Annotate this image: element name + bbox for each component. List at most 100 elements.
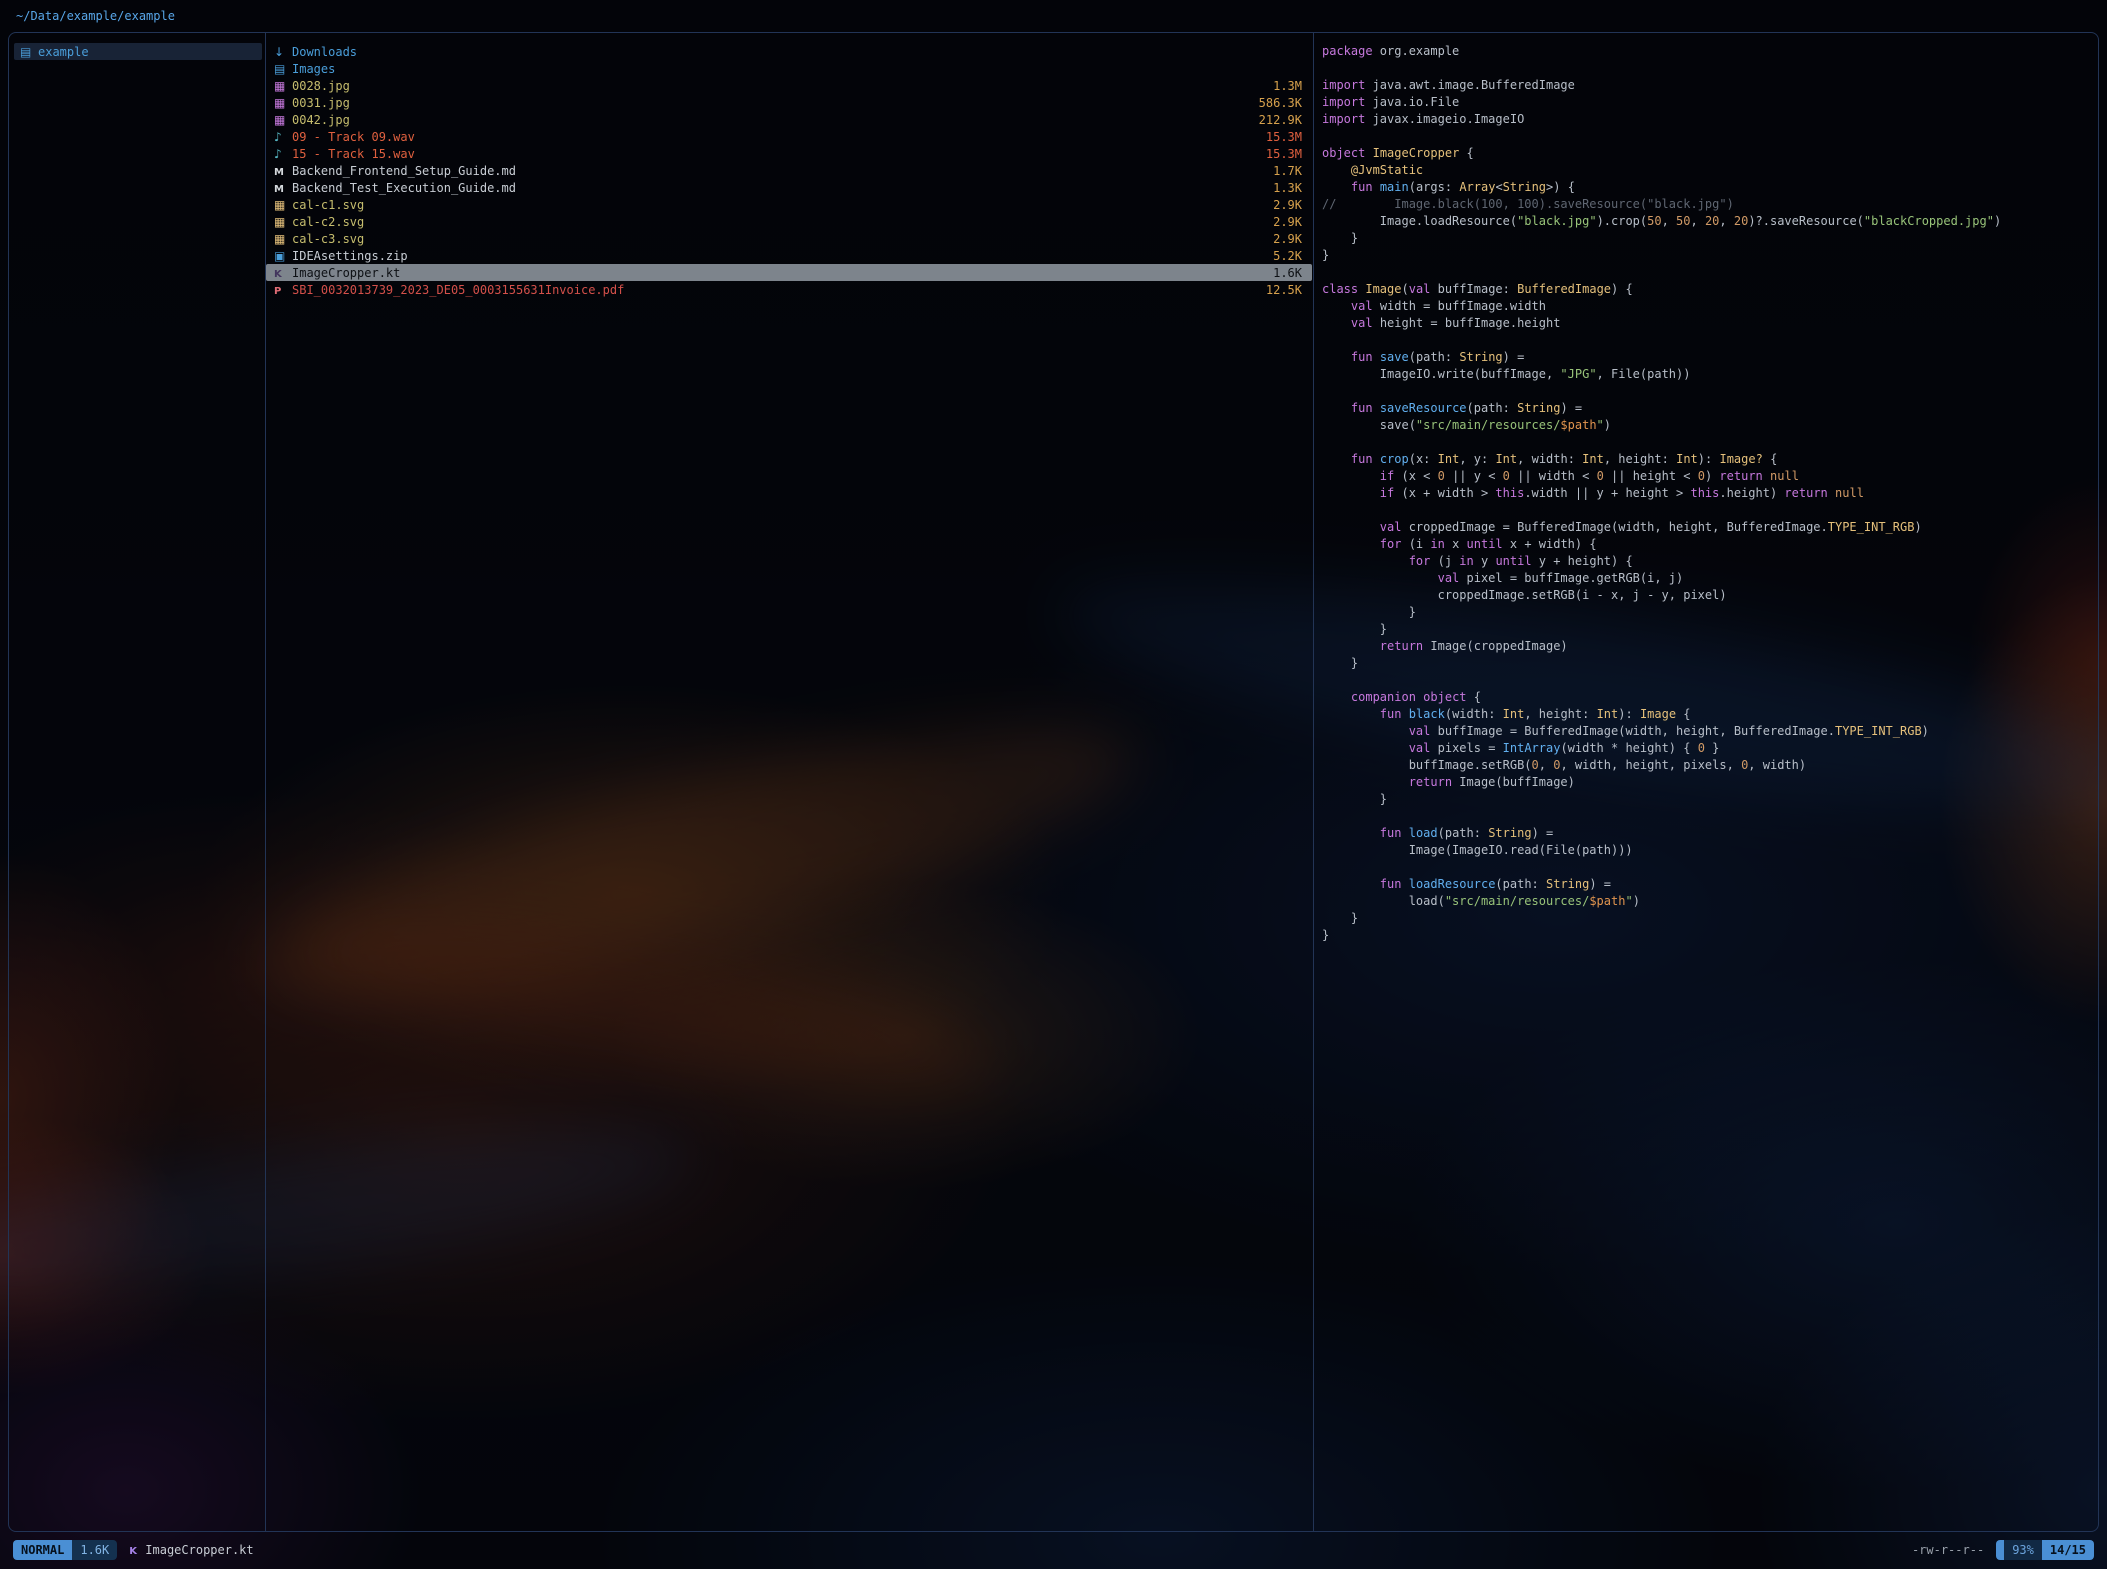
code-line: if (x + width > this.width || y + height… — [1322, 485, 2094, 502]
code-line: fun black(width: Int, height: Int): Imag… — [1322, 706, 2094, 723]
code-line: } — [1322, 230, 2094, 247]
code-line: } — [1322, 621, 2094, 638]
code-line — [1322, 502, 2094, 519]
file-row[interactable]: Backend_Frontend_Setup_Guide.md1.7K — [266, 162, 1312, 179]
status-right: -rw-r--r-- 93% 14/15 — [1912, 1540, 2094, 1560]
image-icon — [274, 113, 292, 127]
file-name: cal-c2.svg — [292, 215, 364, 229]
code-line: @JvmStatic — [1322, 162, 2094, 179]
code-line: } — [1322, 910, 2094, 927]
parent-dir-item[interactable]: example — [14, 43, 262, 60]
status-left: NORMAL 1.6K ImageCropper.kt — [13, 1540, 254, 1560]
code-line: class Image(val buffImage: BufferedImage… — [1322, 281, 2094, 298]
file-size: 2.9K — [1261, 215, 1302, 229]
file-row[interactable]: ImageCropper.kt1.6K — [266, 264, 1312, 281]
file-size: 1.3K — [1261, 181, 1302, 195]
code-line: for (i in x until x + width) { — [1322, 536, 2094, 553]
code-line: fun loadResource(path: String) = — [1322, 876, 2094, 893]
file-size: 15.3M — [1254, 130, 1302, 144]
code-line: object ImageCropper { — [1322, 145, 2094, 162]
status-file-name: ImageCropper.kt — [145, 1543, 253, 1557]
file-name: Backend_Frontend_Setup_Guide.md — [292, 164, 516, 178]
file-size: 2.9K — [1261, 198, 1302, 212]
kotlin-icon — [274, 266, 292, 280]
markdown-icon — [274, 181, 292, 195]
code-line — [1322, 383, 2094, 400]
code-line: val height = buffImage.height — [1322, 315, 2094, 332]
file-size: 15.3M — [1254, 147, 1302, 161]
code-line — [1322, 128, 2094, 145]
file-size: 12.5K — [1254, 283, 1302, 297]
file-row[interactable]: 0031.jpg 586.3K — [266, 94, 1312, 111]
file-row[interactable]: cal-c2.svg 2.9K — [266, 213, 1312, 230]
file-row[interactable]: 0028.jpg 1.3M — [266, 77, 1312, 94]
file-name: Backend_Test_Execution_Guide.md — [292, 181, 516, 195]
code-line: fun crop(x: Int, y: Int, width: Int, hei… — [1322, 451, 2094, 468]
code-line: ImageIO.write(buffImage, "JPG", File(pat… — [1322, 366, 2094, 383]
file-row[interactable]: cal-c3.svg2.9K — [266, 230, 1312, 247]
code-line: val width = buffImage.width — [1322, 298, 2094, 315]
code-line — [1322, 264, 2094, 281]
code-line — [1322, 60, 2094, 77]
code-line: val pixel = buffImage.getRGB(i, j) — [1322, 570, 2094, 587]
svg-icon — [274, 215, 292, 229]
file-name: Images — [292, 62, 335, 76]
code-line — [1322, 434, 2094, 451]
file-row[interactable]: SBI_0032013739_2023_DE05_0003155631Invoi… — [266, 281, 1312, 298]
file-row[interactable]: 15 - Track 15.wav 15.3M — [266, 145, 1312, 162]
code-line: // Image.black(100, 100).saveResource("b… — [1322, 196, 2094, 213]
file-row[interactable]: 0042.jpg212.9K — [266, 111, 1312, 128]
file-row[interactable]: cal-c1.svg 2.9K — [266, 196, 1312, 213]
image-icon — [274, 96, 292, 110]
code-line: import java.awt.image.BufferedImage — [1322, 77, 2094, 94]
file-size: 5.2K — [1261, 249, 1302, 263]
file-row[interactable]: IDEAsettings.zip5.2K — [266, 247, 1312, 264]
folder-icon — [20, 45, 38, 59]
code-line: return Image(croppedImage) — [1322, 638, 2094, 655]
file-name: Downloads — [292, 45, 357, 59]
file-size: 586.3K — [1247, 96, 1302, 110]
file-name: ImageCropper.kt — [292, 266, 400, 280]
code-line: companion object { — [1322, 689, 2094, 706]
code-line — [1322, 859, 2094, 876]
file-list-pane: Downloads Images 0028.jpg 1.3M 0031.jpg 586.3… — [266, 43, 1312, 298]
file-row[interactable]: Downloads — [266, 43, 1312, 60]
preview-pane: package org.example import java.awt.imag… — [1322, 43, 2094, 944]
code-line: Image(ImageIO.read(File(path))) — [1322, 842, 2094, 859]
markdown-icon — [274, 164, 292, 178]
code-line: } — [1322, 247, 2094, 264]
svg-icon — [274, 198, 292, 212]
file-row[interactable]: 09 - Track 09.wav 15.3M — [266, 128, 1312, 145]
code-line: fun saveResource(path: String) = — [1322, 400, 2094, 417]
code-line: package org.example — [1322, 43, 2094, 60]
download-icon — [274, 45, 292, 59]
file-row[interactable]: Backend_Test_Execution_Guide.md 1.3K — [266, 179, 1312, 196]
audio-icon — [274, 147, 292, 161]
list-position: 14/15 — [2042, 1540, 2094, 1560]
code-line: import javax.imageio.ImageIO — [1322, 111, 2094, 128]
file-name: 0031.jpg — [292, 96, 350, 110]
file-name: 0042.jpg — [292, 113, 350, 127]
file-name: cal-c1.svg — [292, 198, 364, 212]
file-row[interactable]: Images — [266, 60, 1312, 77]
code-line: return Image(buffImage) — [1322, 774, 2094, 791]
code-line: import java.io.File — [1322, 94, 2094, 111]
file-size-badge: 1.6K — [72, 1540, 117, 1560]
powerline-cap-icon — [1996, 1540, 2004, 1560]
code-line: } — [1322, 604, 2094, 621]
file-size: 2.9K — [1261, 232, 1302, 246]
code-line: fun main(args: Array<String>) { — [1322, 179, 2094, 196]
archive-icon — [274, 249, 292, 263]
code-line: buffImage.setRGB(0, 0, width, height, pi… — [1322, 757, 2094, 774]
file-name: 15 - Track 15.wav — [292, 147, 415, 161]
code-line: Image.loadResource("black.jpg").crop(50,… — [1322, 213, 2094, 230]
svg-icon — [274, 232, 292, 246]
current-path: ~/Data/example/example — [16, 9, 175, 23]
mode-indicator: NORMAL — [13, 1540, 72, 1560]
code-line: load("src/main/resources/$path") — [1322, 893, 2094, 910]
file-size: 1.3M — [1261, 79, 1302, 93]
file-name: 09 - Track 09.wav — [292, 130, 415, 144]
code-line: save("src/main/resources/$path") — [1322, 417, 2094, 434]
file-name: 0028.jpg — [292, 79, 350, 93]
code-line — [1322, 808, 2094, 825]
